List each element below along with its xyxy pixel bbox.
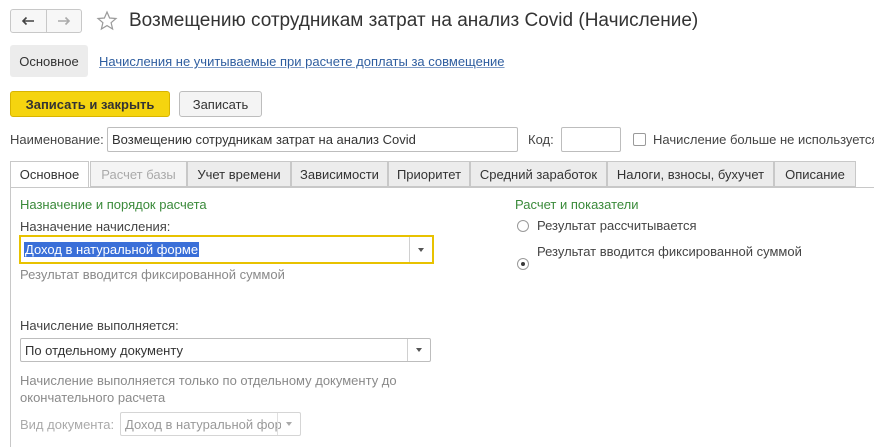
chevron-down-icon <box>286 422 292 426</box>
execution-select[interactable]: По отдельному документу <box>20 338 431 362</box>
tab-time-accounting[interactable]: Учет времени <box>187 161 291 187</box>
execution-dropdown-button[interactable] <box>407 339 430 361</box>
radio-result-calculated[interactable] <box>517 220 529 232</box>
code-field[interactable] <box>561 127 621 152</box>
chevron-down-icon <box>416 348 422 352</box>
calc-group-title: Расчет и показатели <box>515 197 639 212</box>
radio-result-fixed-label[interactable]: Результат вводится фиксированной суммой <box>537 244 802 259</box>
purpose-dropdown-button[interactable] <box>409 237 432 262</box>
save-button[interactable]: Записать <box>179 91 262 117</box>
document-type-label: Вид документа: <box>20 417 115 432</box>
document-type-dropdown-button <box>277 413 300 435</box>
purpose-group-title: Назначение и порядок расчета <box>20 197 207 212</box>
execution-hint: Начисление выполняется только по отдельн… <box>20 373 397 405</box>
radio-result-fixed[interactable] <box>517 258 529 270</box>
tab-priority[interactable]: Приоритет <box>388 161 470 187</box>
tab-main[interactable]: Основное <box>10 161 89 188</box>
star-icon <box>96 10 118 31</box>
radio-result-calculated-label[interactable]: Результат рассчитывается <box>537 218 697 233</box>
section-main[interactable]: Основное <box>10 45 88 77</box>
code-label: Код: <box>528 132 554 147</box>
purpose-select[interactable]: Доход в натуральной форме <box>19 235 434 264</box>
page-title: Возмещению сотрудникам затрат на анализ … <box>129 10 699 31</box>
purpose-value: Доход в натуральной форме <box>24 242 200 257</box>
forward-button[interactable] <box>45 10 82 32</box>
name-field[interactable]: Возмещению сотрудникам затрат на анализ … <box>107 127 518 152</box>
tab-bar: Основное Расчет базы Учет времени Зависи… <box>10 161 874 188</box>
arrow-right-icon <box>57 16 70 26</box>
tab-average-earnings[interactable]: Средний заработок <box>470 161 607 187</box>
purpose-label: Назначение начисления: <box>20 219 171 234</box>
execution-value: По отдельному документу <box>25 342 183 358</box>
back-button[interactable] <box>11 10 46 32</box>
tab-description[interactable]: Описание <box>774 161 856 187</box>
tab-taxes[interactable]: Налоги, взносы, бухучет <box>607 161 774 187</box>
not-used-label: Начисление больше не используется <box>653 132 874 147</box>
arrow-left-icon <box>22 16 35 26</box>
tab-dependencies[interactable]: Зависимости <box>291 161 388 187</box>
purpose-hint: Результат вводится фиксированной суммой <box>20 267 285 282</box>
tab-base-calculation[interactable]: Расчет базы <box>90 161 187 187</box>
save-and-close-button[interactable]: Записать и закрыть <box>10 91 170 117</box>
name-label: Наименование: <box>10 132 104 147</box>
chevron-down-icon <box>418 247 424 252</box>
navigation-buttons <box>10 9 82 33</box>
not-used-checkbox[interactable] <box>633 133 646 146</box>
document-type-value: Доход в натуральной фор <box>125 416 281 432</box>
document-type-select: Доход в натуральной фор <box>120 412 301 436</box>
section-link-combination[interactable]: Начисления не учитываемые при расчете до… <box>99 54 505 69</box>
execution-label: Начисление выполняется: <box>20 318 179 333</box>
favorite-button[interactable] <box>96 10 118 32</box>
